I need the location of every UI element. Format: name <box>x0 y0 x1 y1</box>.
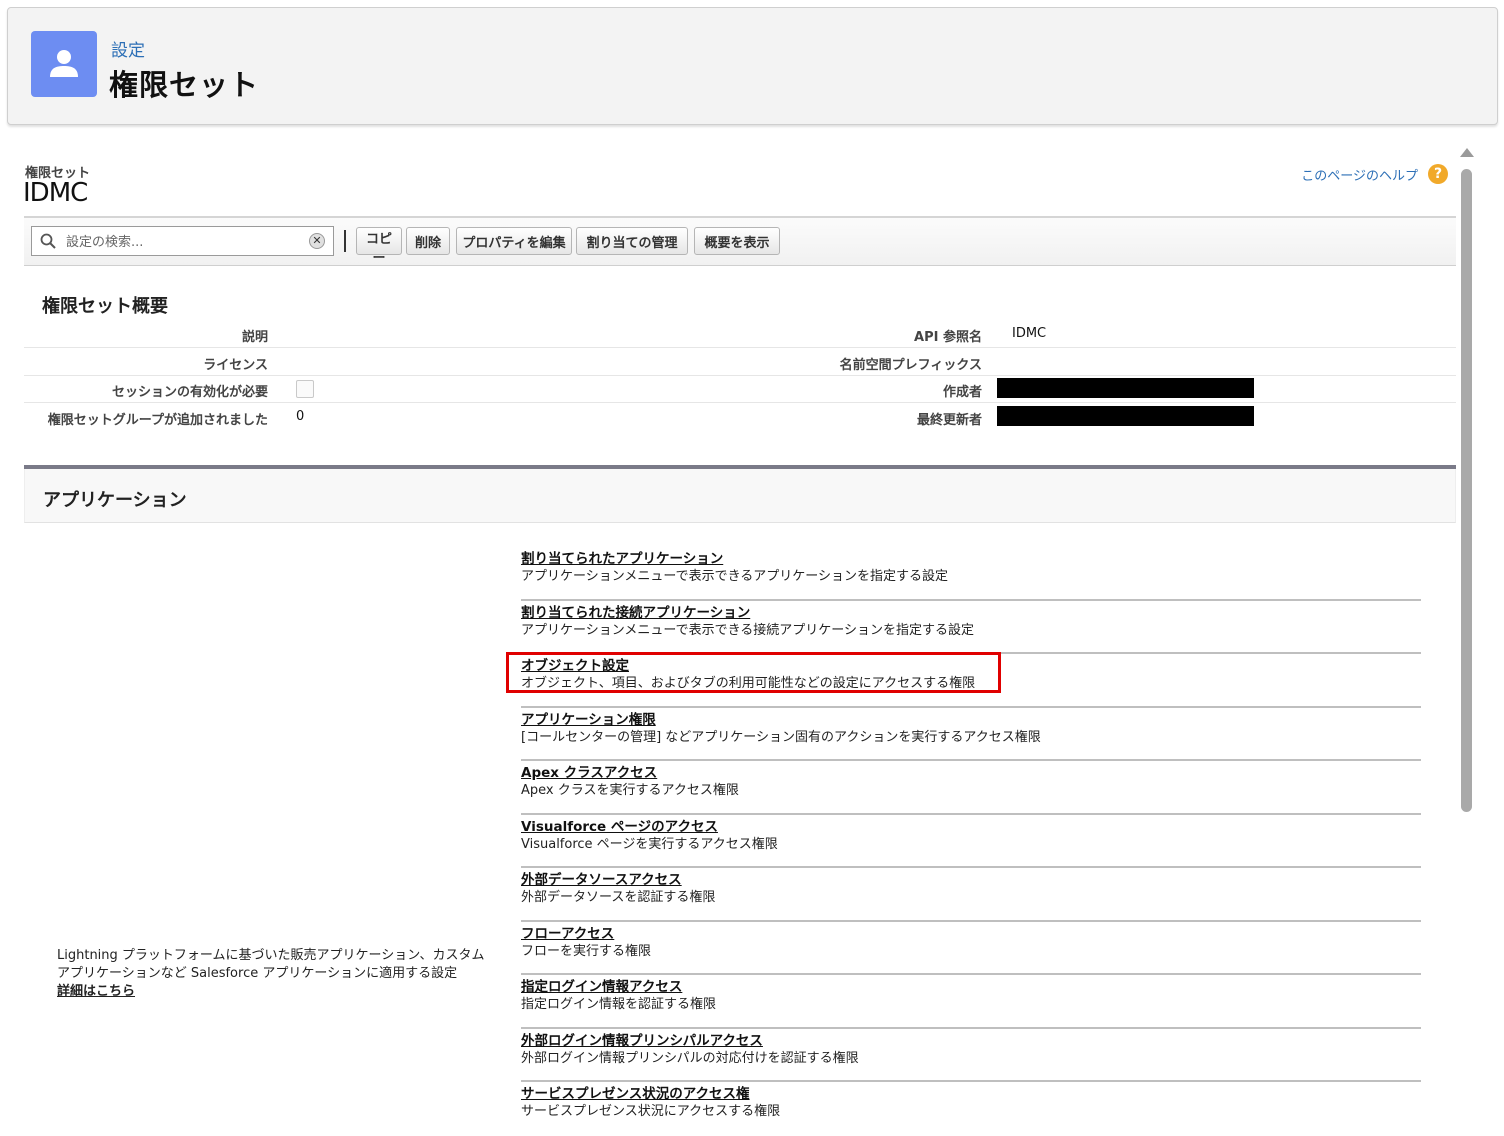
created-by-value-redacted <box>997 378 1254 398</box>
applications-section: アプリケーション Lightning プラットフォームに基づいた販売アプリケーシ… <box>24 465 1456 1129</box>
created-by-label: 作成者 <box>942 385 982 400</box>
list-item: 割り当てられた接続アプリケーション アプリケーションメニューで表示できる接続アプ… <box>521 601 1421 654</box>
list-item: 外部データソースアクセス 外部データソースを認証する権限 <box>521 868 1421 922</box>
visualforce-page-access-link[interactable]: Visualforce ページのアクセス <box>521 819 1421 836</box>
list-item-description: 外部ログイン情報プリンシパルの対応付けを認証する権限 <box>521 1050 859 1066</box>
search-box[interactable]: ✕ <box>31 226 334 256</box>
manage-assignments-button[interactable]: 割り当ての管理 <box>576 227 688 255</box>
list-item-description: フローを実行する権限 <box>521 943 652 959</box>
service-presence-status-access-link[interactable]: サービスプレゼンス状況のアクセス権 <box>521 1086 1421 1103</box>
description-label: 説明 <box>241 330 268 345</box>
list-item: 外部ログイン情報プリンシパルアクセス 外部ログイン情報プリンシパルの対応付けを認… <box>521 1029 1421 1082</box>
list-item-description: アプリケーションメニューで表示できるアプリケーションを指定する設定 <box>521 569 949 584</box>
toolbar-separator <box>344 230 346 252</box>
scrollbar[interactable] <box>1458 142 1476 1125</box>
list-item: フローアクセス フローを実行する権限 <box>521 922 1421 975</box>
assigned-apps-link[interactable]: 割り当てられたアプリケーション <box>521 551 1421 568</box>
list-item: Visualforce ページのアクセス Visualforce ページを実行す… <box>521 815 1421 868</box>
applications-list: 割り当てられたアプリケーション アプリケーションメニューで表示できるアプリケーシ… <box>521 547 1421 1136</box>
search-icon <box>40 233 56 249</box>
help-icon[interactable]: ? <box>1428 164 1448 184</box>
list-item: 割り当てられたアプリケーション アプリケーションメニューで表示できるアプリケーシ… <box>521 547 1421 601</box>
scroll-up-arrow-icon[interactable] <box>1460 148 1474 157</box>
flow-access-link[interactable]: フローアクセス <box>521 926 1421 943</box>
last-modified-by-label: 最終更新者 <box>916 413 982 428</box>
applications-header: アプリケーション <box>24 469 1456 523</box>
detail-row: 権限セットグループが追加されました 0 最終更新者 <box>24 403 1456 430</box>
breadcrumb-setup[interactable]: 設定 <box>111 36 145 61</box>
list-item: サービスプレゼンス状況のアクセス権 サービスプレゼンス状況にアクセスする権限 <box>521 1082 1421 1136</box>
detail-row: ライセンス 名前空間プレフィックス <box>24 348 1456 376</box>
session-activation-label: セッションの有効化が必要 <box>111 385 268 400</box>
help-link-label[interactable]: このページのヘルプ <box>1301 165 1418 184</box>
copy-button[interactable]: コピー <box>356 227 402 266</box>
list-item-description: サービスプレゼンス状況にアクセスする権限 <box>521 1104 781 1119</box>
applications-title: アプリケーション <box>43 490 187 511</box>
page-header: 設定 権限セット <box>7 7 1498 125</box>
main-panel: 権限セット IDMC このページのヘルプ ? ✕ コピー 削除 プロパティを編集… <box>8 142 1456 1129</box>
list-item: 指定ログイン情報アクセス 指定ログイン情報を認証する権限 <box>521 975 1421 1029</box>
apex-class-access-link[interactable]: Apex クラスアクセス <box>521 765 1421 782</box>
app-permissions-link[interactable]: アプリケーション権限 <box>521 712 1421 729</box>
session-activation-checkbox <box>296 380 314 398</box>
detail-row: 説明 API 参照名 IDMC <box>24 320 1456 348</box>
applications-description: Lightning プラットフォームに基づいた販売アプリケーション、カスタムアプ… <box>57 947 497 1001</box>
search-input[interactable] <box>64 231 298 253</box>
license-label: ライセンス <box>203 358 268 373</box>
assigned-connected-apps-link[interactable]: 割り当てられた接続アプリケーション <box>521 605 1421 622</box>
list-item: アプリケーション権限 [コールセンターの管理] などアプリケーション固有のアクシ… <box>521 708 1421 761</box>
list-item-description: 指定ログイン情報を認証する権限 <box>521 997 717 1012</box>
external-data-source-access-link[interactable]: 外部データソースアクセス <box>521 872 1421 889</box>
edit-properties-button[interactable]: プロパティを編集 <box>456 227 572 255</box>
list-item-description: 外部データソースを認証する権限 <box>521 890 716 905</box>
list-item-description: Apex クラスを実行するアクセス権限 <box>521 783 739 798</box>
last-modified-by-value-redacted <box>997 406 1254 426</box>
view-summary-button[interactable]: 概要を表示 <box>694 227 780 255</box>
list-item-description: [コールセンターの管理] などアプリケーション固有のアクションを実行するアクセス… <box>521 729 1041 745</box>
help-link[interactable]: このページのヘルプ ? <box>1301 164 1448 184</box>
api-name-label: API 参照名 <box>914 330 982 345</box>
applications-description-text: Lightning プラットフォームに基づいた販売アプリケーション、カスタムアプ… <box>57 948 485 981</box>
namespace-prefix-label: 名前空間プレフィックス <box>839 358 982 373</box>
api-name-value: IDMC <box>1012 326 1047 341</box>
clear-search-icon[interactable]: ✕ <box>309 233 325 249</box>
permission-set-group-value: 0 <box>296 409 305 424</box>
list-item: オブジェクト設定 オブジェクト、項目、およびタブの利用可能性などの設定にアクセス… <box>521 654 1421 708</box>
named-credential-access-link[interactable]: 指定ログイン情報アクセス <box>521 979 1421 996</box>
learn-more-link[interactable]: 詳細はこちら <box>57 983 135 1001</box>
list-item: Apex クラスアクセス Apex クラスを実行するアクセス権限 <box>521 761 1421 815</box>
delete-button[interactable]: 削除 <box>406 227 450 255</box>
external-credential-principal-access-link[interactable]: 外部ログイン情報プリンシパルアクセス <box>521 1033 1421 1050</box>
detail-row: セッションの有効化が必要 作成者 <box>24 375 1456 403</box>
list-item-description: オブジェクト、項目、およびタブの利用可能性などの設定にアクセスする権限 <box>521 676 976 691</box>
list-item-description: アプリケーションメニューで表示できる接続アプリケーションを指定する設定 <box>521 622 975 638</box>
record-name: IDMC <box>23 178 88 208</box>
user-icon <box>31 31 97 97</box>
permission-set-group-label: 権限セットグループが追加されました <box>47 413 268 428</box>
page-title: 権限セット <box>109 68 260 102</box>
overview-title: 権限セット概要 <box>42 296 168 317</box>
scroll-thumb[interactable] <box>1461 169 1472 812</box>
toolbar: ✕ コピー 削除 プロパティを編集 割り当ての管理 概要を表示 <box>24 216 1456 266</box>
object-settings-link[interactable]: オブジェクト設定 <box>521 658 1421 675</box>
list-item-description: Visualforce ページを実行するアクセス権限 <box>521 836 778 852</box>
